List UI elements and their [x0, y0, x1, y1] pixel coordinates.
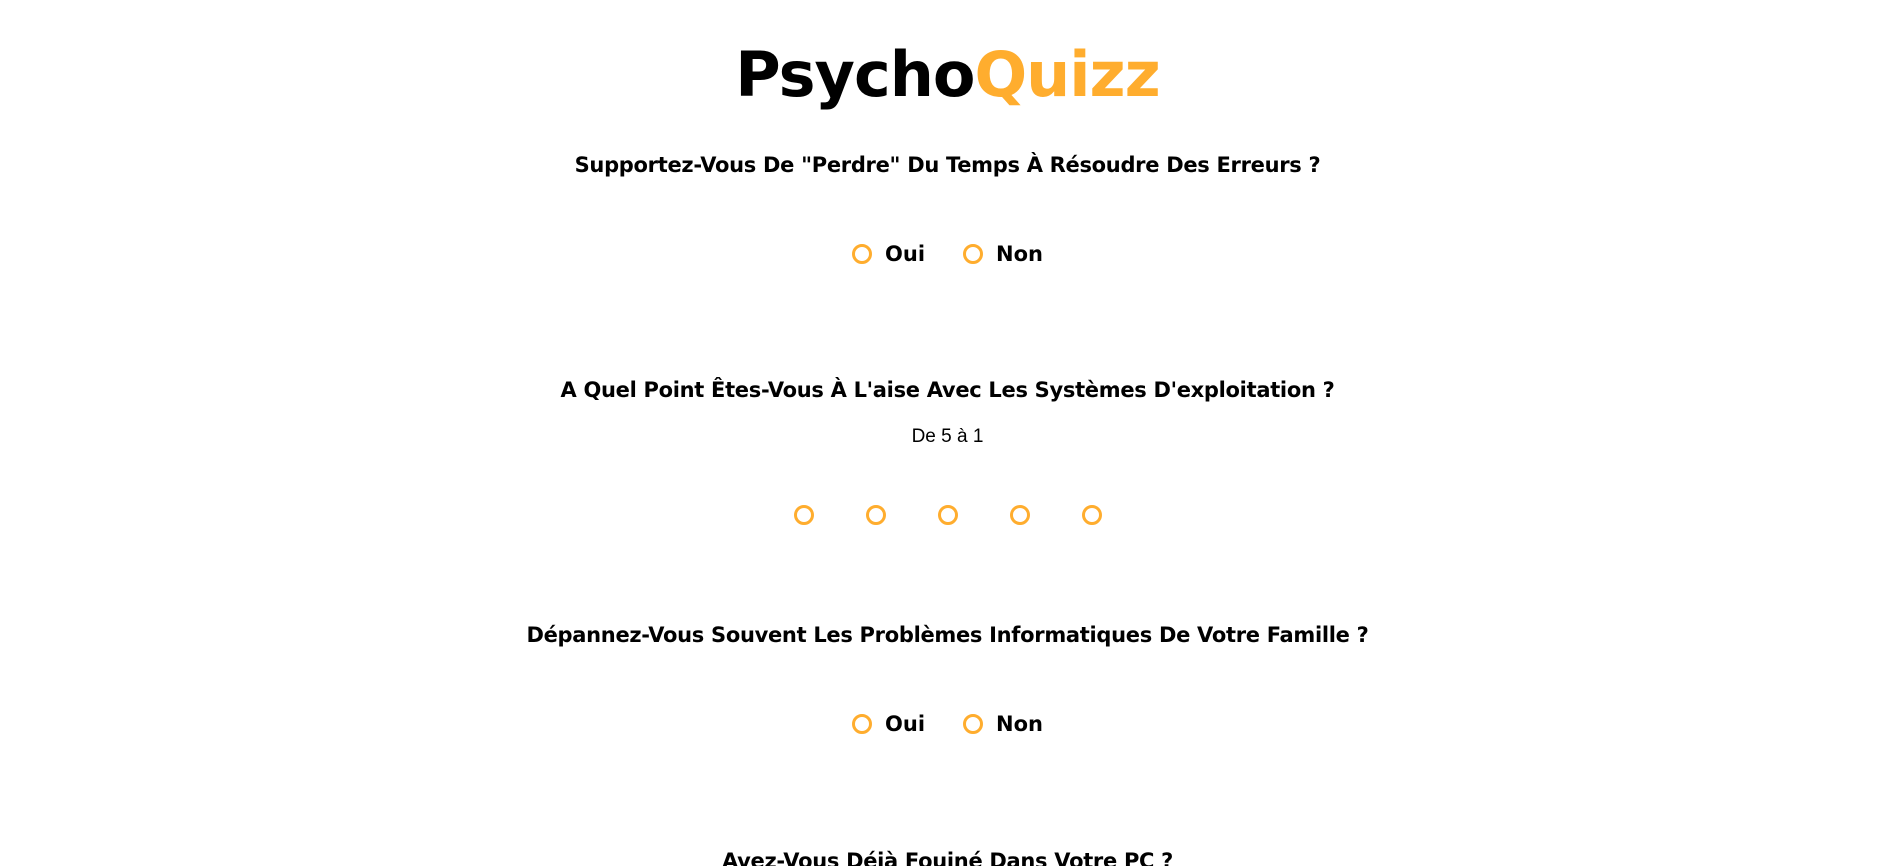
- question-3-option-oui[interactable]: Oui: [852, 711, 925, 737]
- question-2-hint: De 5 à 1: [911, 426, 984, 447]
- question-3-title: Dépannez-Vous Souvent Les Problèmes Info…: [526, 623, 1369, 647]
- radio-button[interactable]: [963, 244, 984, 264]
- question-3-options: Oui Non: [0, 711, 1895, 737]
- logo-part-psycho: Psycho: [735, 38, 975, 111]
- question-1-option-non[interactable]: Non: [963, 241, 1043, 267]
- question-2-scale-option-3[interactable]: [937, 505, 958, 525]
- radio-button[interactable]: [963, 714, 984, 734]
- option-label: Non: [996, 712, 1043, 736]
- question-1-title: Supportez-Vous De "Perdre" Du Temps À Ré…: [574, 153, 1321, 177]
- question-1-option-oui[interactable]: Oui: [852, 241, 925, 267]
- question-2-scale-option-1[interactable]: [793, 505, 814, 525]
- radio-button[interactable]: [937, 505, 958, 525]
- question-2-scale-option-5[interactable]: [1081, 505, 1102, 525]
- question-1-options: Oui Non: [0, 241, 1895, 267]
- question-3-option-non[interactable]: Non: [963, 711, 1043, 737]
- option-label: Non: [996, 242, 1043, 266]
- site-logo: PsychoQuizz: [0, 34, 1895, 116]
- radio-button[interactable]: [1081, 505, 1102, 525]
- question-2-scale: [0, 505, 1895, 525]
- question-2-scale-option-2[interactable]: [865, 505, 886, 525]
- radio-button[interactable]: [865, 505, 886, 525]
- radio-button[interactable]: [852, 714, 873, 734]
- radio-button[interactable]: [852, 244, 873, 264]
- option-label: Oui: [885, 712, 926, 736]
- question-4-title: Avez-Vous Déjà Fouiné Dans Votre PC ?: [721, 849, 1174, 866]
- radio-button[interactable]: [1009, 505, 1030, 525]
- question-2-title: A Quel Point Êtes-Vous À L'aise Avec Les…: [560, 378, 1335, 402]
- radio-button[interactable]: [793, 505, 814, 525]
- question-2-scale-option-4[interactable]: [1009, 505, 1030, 525]
- option-label: Oui: [885, 242, 926, 266]
- logo-part-quizz: Quizz: [974, 38, 1160, 111]
